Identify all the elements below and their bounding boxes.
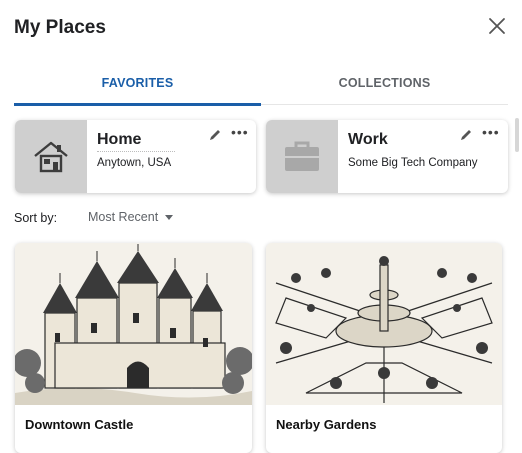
tab-bar: FAVORITES COLLECTIONS — [14, 62, 508, 106]
photo-card-castle[interactable]: Downtown Castle — [15, 243, 252, 453]
garden-image — [266, 243, 502, 405]
sort-label: Sort by: — [14, 211, 58, 225]
place-name: Work — [348, 131, 388, 148]
divider — [97, 151, 175, 152]
place-address: Anytown, USA — [97, 157, 172, 169]
scrollbar[interactable] — [515, 118, 519, 152]
sort-dropdown[interactable]: Most Recent — [88, 210, 174, 224]
place-card-work[interactable]: Work Some Big Tech Company ••• — [266, 120, 508, 193]
tab-collections[interactable]: COLLECTIONS — [261, 62, 508, 104]
photo-card-gardens[interactable]: Nearby Gardens — [266, 243, 502, 453]
pencil-icon[interactable] — [459, 128, 473, 142]
pencil-icon[interactable] — [208, 128, 222, 142]
close-icon[interactable] — [487, 16, 507, 36]
place-address: Some Big Tech Company — [348, 157, 478, 169]
page-title: My Places — [14, 17, 106, 38]
house-icon — [15, 120, 87, 193]
card-caption: Nearby Gardens — [276, 417, 377, 432]
caret-down-icon — [165, 214, 174, 220]
place-card-home[interactable]: Home Anytown, USA ••• — [15, 120, 256, 193]
place-name: Home — [97, 131, 142, 148]
card-caption: Downtown Castle — [25, 417, 134, 432]
sort-value: Most Recent — [88, 210, 159, 224]
castle-image — [15, 243, 252, 405]
tab-favorites[interactable]: FAVORITES — [14, 62, 261, 104]
briefcase-icon — [266, 120, 338, 193]
more-options-icon[interactable]: ••• — [231, 124, 249, 140]
active-tab-indicator — [14, 103, 261, 106]
more-options-icon[interactable]: ••• — [482, 124, 500, 140]
